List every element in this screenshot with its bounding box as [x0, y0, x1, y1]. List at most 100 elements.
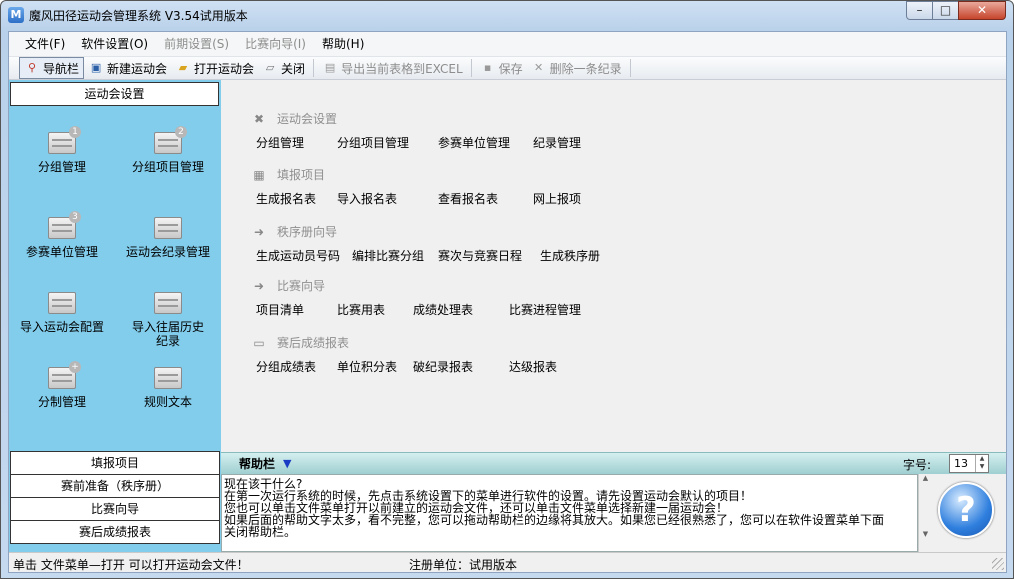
main-panel: ✖ 运动会设置 分组管理 分组项目管理 参赛单位管理 纪录管理 ▦ 填报项目 生成报…	[221, 80, 1006, 452]
table-icon: 2	[154, 126, 187, 154]
nav-item-label: 导入往届历史纪录	[131, 320, 204, 348]
menu-preliminary-settings[interactable]: 前期设置(S)	[156, 33, 237, 55]
tab-pre-competition[interactable]: 赛前准备（秩序册）	[10, 474, 220, 498]
nav-panel-tabs: 填报项目 赛前准备（秩序册） 比赛向导 赛后成绩报表	[10, 451, 220, 544]
link-import-entry-form[interactable]: 导入报名表	[337, 190, 397, 207]
delete-record-label: 删除一条纪录	[549, 61, 622, 76]
nav-group-management[interactable]: 1 分组管理	[9, 126, 115, 174]
folder-icon: ▱	[265, 61, 275, 74]
section-title: 运动会设置	[277, 112, 338, 126]
window-title: 魔风田径运动会管理系统 V3.54试用版本	[29, 9, 248, 23]
font-size-spinner[interactable]: 13 ▲ ▼	[949, 454, 989, 473]
toolbar: ⚲ 导航栏 ▣ 新建运动会 ▰ 打开运动会 ▱ 关闭 ▤ 导出当前表格到EXCE…	[9, 56, 1006, 80]
link-generate-program[interactable]: 生成秩序册	[540, 247, 600, 264]
table-icon: ▦	[253, 167, 265, 182]
nav-panel-header[interactable]: 运动会设置	[10, 82, 219, 106]
tab-entry-items[interactable]: 填报项目	[10, 451, 220, 475]
link-grade-report[interactable]: 达级报表	[509, 358, 557, 375]
save-button[interactable]: ▪ 保存	[476, 57, 527, 79]
link-group-events-management[interactable]: 分组项目管理	[337, 134, 409, 151]
link-online-entry[interactable]: 网上报项	[533, 190, 581, 207]
toolbar-separator	[629, 59, 631, 77]
menu-help[interactable]: 帮助(H)	[314, 33, 372, 55]
nav-item-label: 规则文本	[143, 395, 192, 409]
arrow-circle-icon: ➜	[253, 224, 265, 239]
link-arrange-heats[interactable]: 编排比赛分组	[352, 247, 424, 264]
save-label: 保存	[498, 61, 523, 76]
section-title: 秩序册向导	[277, 225, 338, 239]
export-excel-button[interactable]: ▤ 导出当前表格到EXCEL	[318, 57, 467, 79]
link-group-management[interactable]: 分组管理	[256, 134, 304, 151]
nav-grid: 1 分组管理 2 分组项目管理 3 参赛单位管理 运动会纪录管理 导入运动会配置…	[9, 108, 221, 450]
resize-grip-icon[interactable]	[992, 558, 1004, 570]
nav-rules-text[interactable]: 规则文本	[115, 367, 221, 409]
section-title: 填报项目	[277, 168, 326, 182]
close-window-button[interactable]: ✕	[958, 1, 1006, 20]
section-meet-settings: ✖ 运动会设置 分组管理 分组项目管理 参赛单位管理 纪录管理	[251, 110, 581, 154]
help-question-icon[interactable]: ?	[938, 482, 994, 538]
link-unit-management[interactable]: 参赛单位管理	[438, 134, 510, 151]
section-entry-items: ▦ 填报项目 生成报名表 导入报名表 查看报名表 网上报项	[251, 166, 581, 210]
link-progress-management[interactable]: 比赛进程管理	[509, 301, 581, 318]
menu-file[interactable]: 文件(F)	[17, 33, 73, 55]
open-folder-icon: ▰	[178, 61, 188, 74]
tab-post-competition-reports[interactable]: 赛后成绩报表	[10, 520, 220, 544]
link-rounds-schedule[interactable]: 赛次与竞赛日程	[438, 247, 522, 264]
link-view-entry-form[interactable]: 查看报名表	[438, 190, 498, 207]
collapse-arrow-icon[interactable]: ▼	[283, 457, 291, 470]
maximize-button[interactable]: □	[932, 1, 959, 20]
arrow-circle-icon: ➜	[253, 278, 265, 293]
nav-import-history-records[interactable]: 导入往届历史纪录	[115, 292, 221, 348]
navigation-pin-icon: ⚲	[27, 61, 37, 74]
help-bar[interactable]: 帮助栏 ▼ 字号: 13 ▲ ▼	[221, 452, 1006, 474]
link-results-processing[interactable]: 成绩处理表	[413, 301, 473, 318]
link-record-breaking-report[interactable]: 破纪录报表	[413, 358, 473, 375]
nav-import-config[interactable]: 导入运动会配置	[9, 292, 115, 334]
new-document-icon: ▣	[90, 61, 102, 74]
open-meet-button[interactable]: ▰ 打开运动会	[171, 57, 258, 79]
import-icon	[48, 292, 76, 314]
table-icon	[154, 217, 182, 239]
nav-item-label: 导入运动会配置	[19, 320, 104, 334]
close-meet-button[interactable]: ▱ 关闭	[258, 57, 309, 79]
nav-item-label: 分组管理	[37, 160, 86, 174]
delete-record-button[interactable]: ✕ 删除一条纪录	[527, 57, 626, 79]
link-group-results[interactable]: 分组成绩表	[256, 358, 316, 375]
nav-scoring-management[interactable]: + 分制管理	[9, 361, 115, 409]
tab-competition-wizard[interactable]: 比赛向导	[10, 497, 220, 521]
import-icon	[154, 292, 182, 314]
menu-competition-wizard[interactable]: 比赛向导(I)	[237, 33, 314, 55]
help-text-area[interactable]: 现在该干什么? 在第一次运行系统的时候，先点击系统设置下的菜单进行软件的设置。请…	[221, 474, 918, 552]
report-icon: ▭	[253, 335, 265, 350]
status-hint: 单击 文件菜单—打开 可以打开运动会文件！	[13, 558, 249, 572]
nav-item-label: 参赛单位管理	[25, 245, 98, 259]
minimize-button[interactable]: –	[906, 1, 933, 20]
section-program-wizard: ➜ 秩序册向导 生成运动员号码 编排比赛分组 赛次与竞赛日程 生成秩序册	[251, 223, 600, 267]
delete-x-icon: ✕	[534, 61, 544, 74]
link-competition-forms[interactable]: 比赛用表	[337, 301, 385, 318]
section-title: 赛后成绩报表	[277, 336, 350, 350]
save-disk-icon: ▪	[483, 61, 492, 74]
help-line: 关闭帮助栏。	[224, 525, 297, 539]
nav-unit-management[interactable]: 3 参赛单位管理	[9, 211, 115, 259]
link-unit-points[interactable]: 单位积分表	[337, 358, 397, 375]
nav-item-label: 分制管理	[37, 395, 86, 409]
section-competition-wizard: ➜ 比赛向导 项目清单 比赛用表 成绩处理表 比赛进程管理	[251, 277, 581, 321]
menu-software-settings[interactable]: 软件设置(O)	[73, 33, 156, 55]
nav-record-management[interactable]: 运动会纪录管理	[115, 217, 221, 259]
new-meet-button[interactable]: ▣ 新建运动会	[84, 57, 171, 79]
spinner-arrows-icon[interactable]: ▲ ▼	[975, 455, 988, 472]
link-generate-entry-form[interactable]: 生成报名表	[256, 190, 316, 207]
link-record-management[interactable]: 纪录管理	[533, 134, 581, 151]
help-scrollbar[interactable]: ▲ ▼	[918, 474, 932, 552]
nav-group-events-management[interactable]: 2 分组项目管理	[115, 126, 221, 174]
toolbar-separator	[470, 59, 472, 77]
nav-bar-button[interactable]: ⚲ 导航栏	[19, 57, 85, 79]
font-size-label: 字号:	[903, 458, 932, 472]
link-generate-athlete-numbers[interactable]: 生成运动员号码	[256, 247, 340, 264]
nav-bar-label: 导航栏	[43, 61, 80, 76]
tools-icon: ✖	[253, 111, 265, 126]
status-bar: 单击 文件菜单—打开 可以打开运动会文件！ 注册单位：试用版本	[9, 552, 1006, 572]
link-event-list[interactable]: 项目清单	[256, 301, 304, 318]
section-title: 比赛向导	[277, 279, 326, 293]
